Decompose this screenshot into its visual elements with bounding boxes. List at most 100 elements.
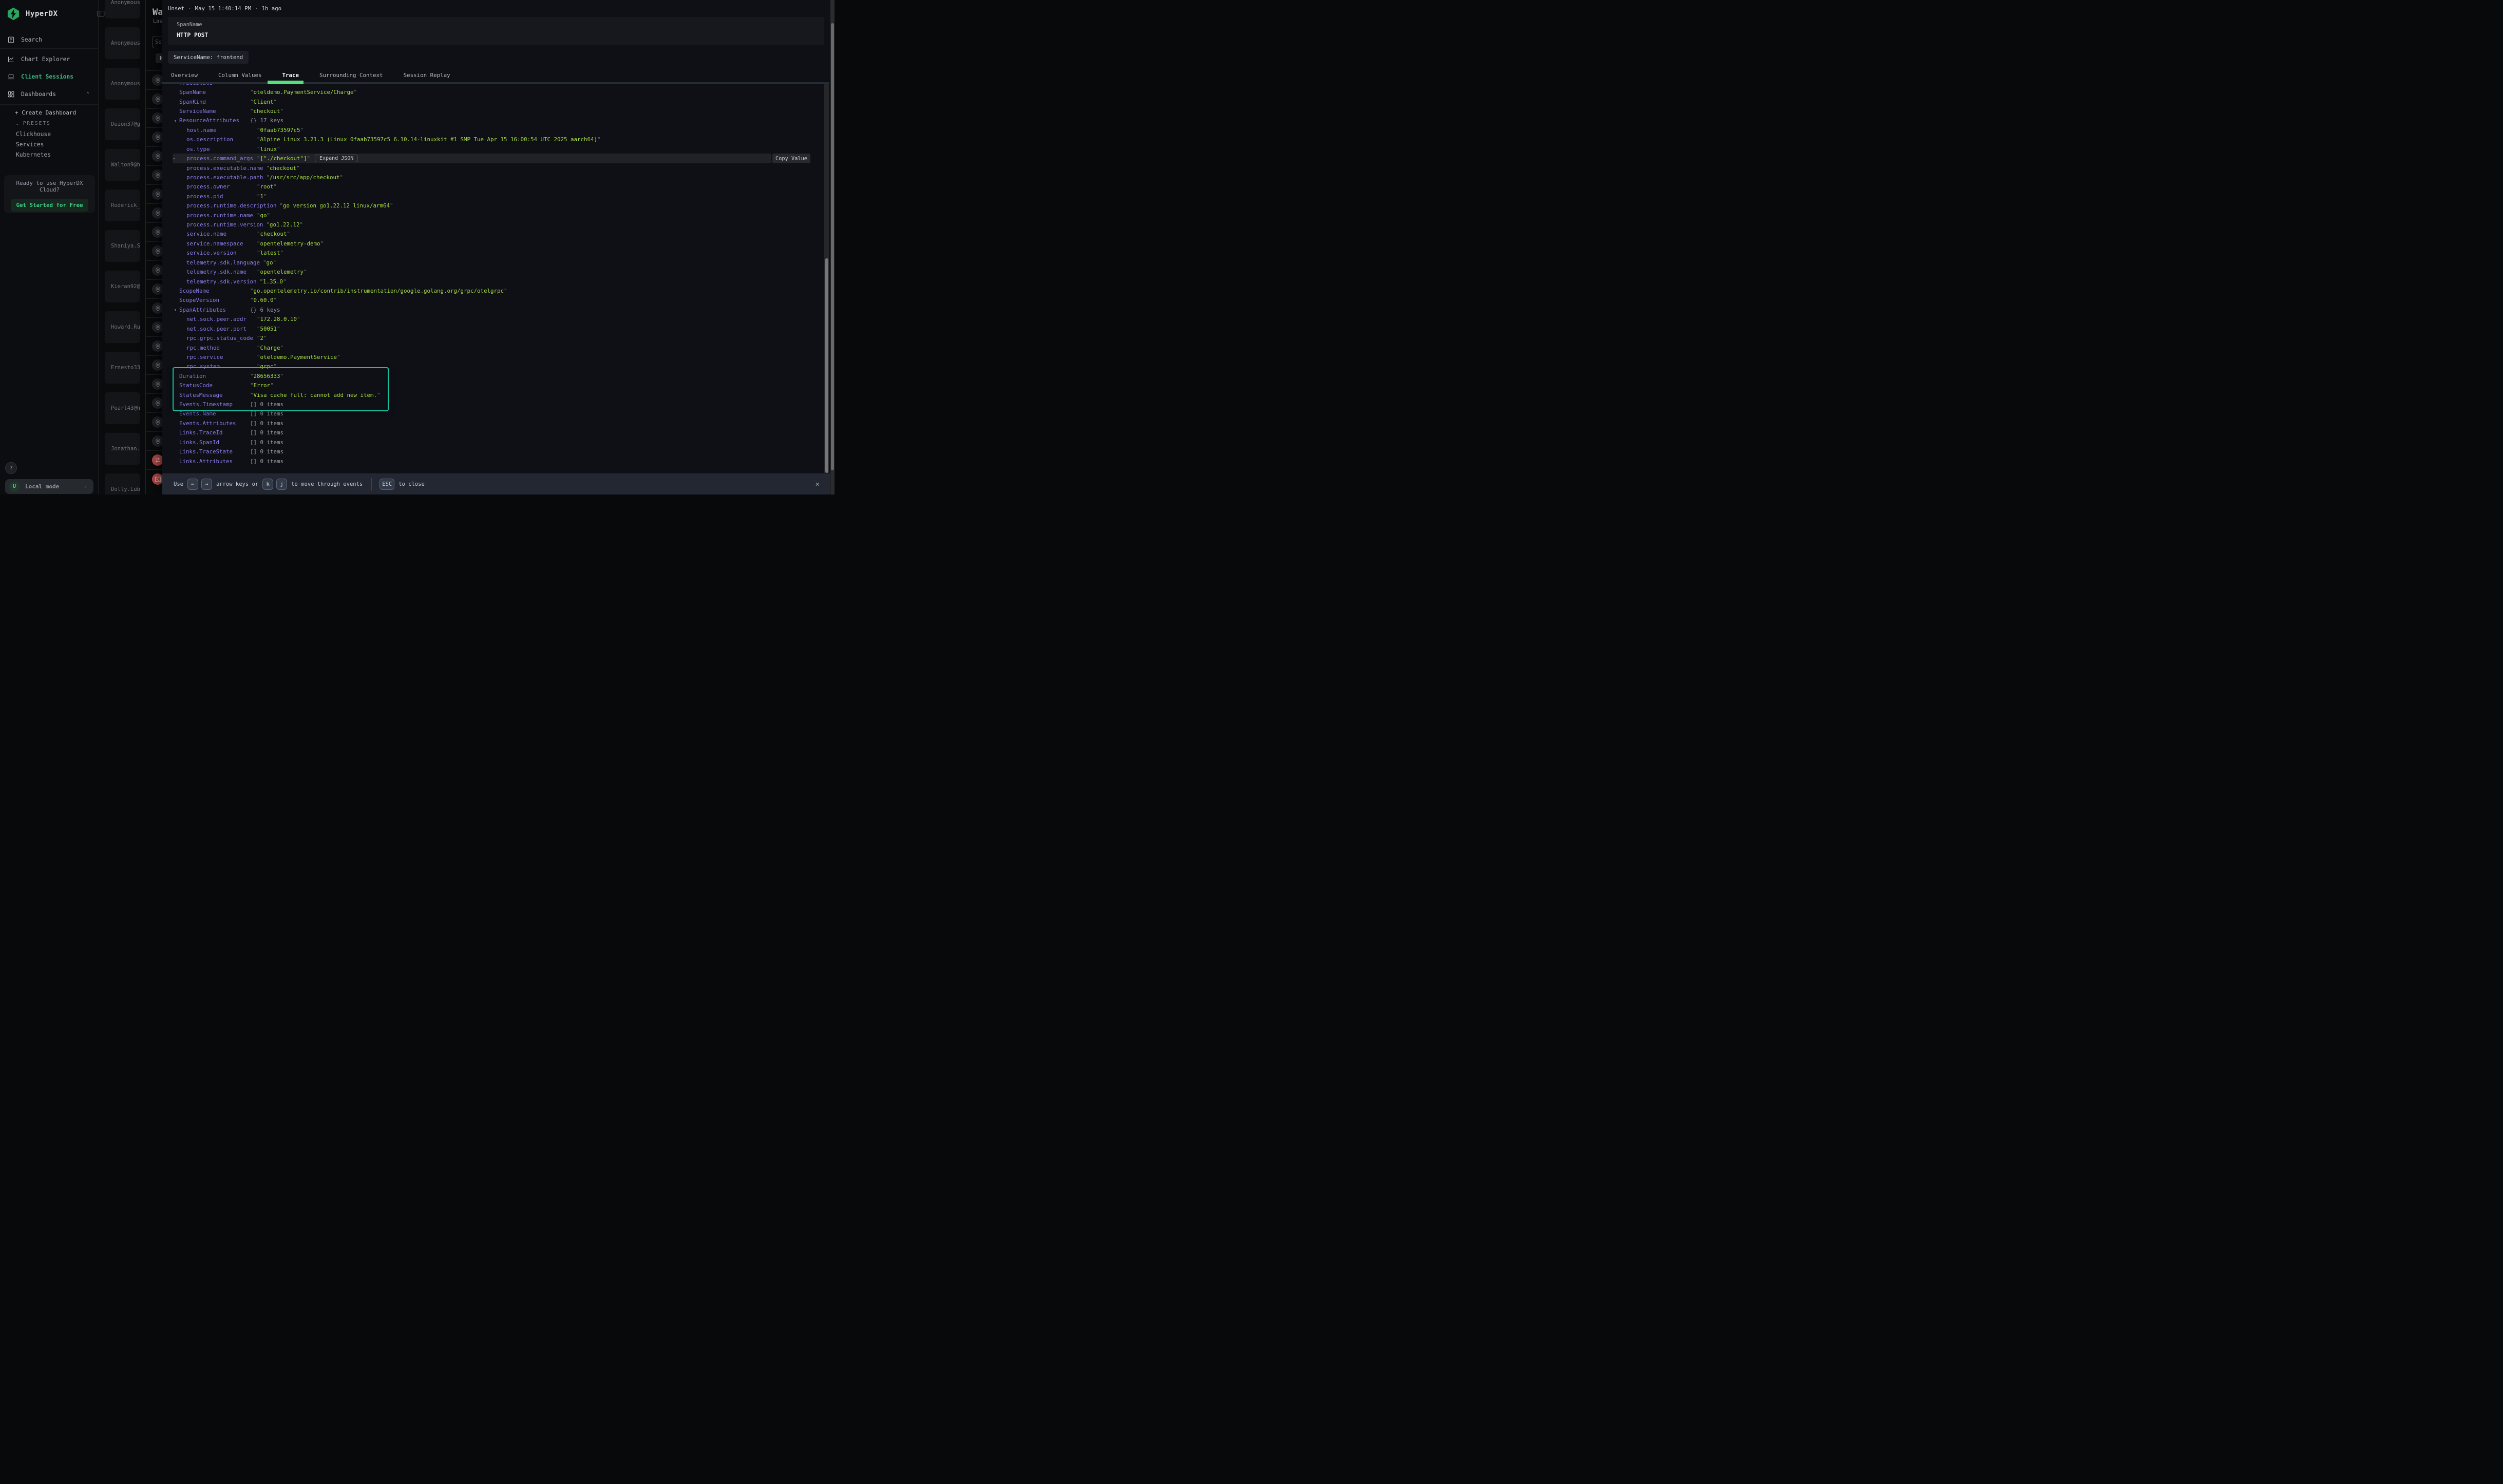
- tab-column-values[interactable]: Column Values: [218, 72, 262, 79]
- attribute-row[interactable]: process.executable.path"/usr/src/app/che…: [173, 173, 824, 182]
- attribute-row[interactable]: net.sock.peer.addr"172.28.0.10": [173, 315, 824, 324]
- attribute-row[interactable]: rpc.system"grpc": [173, 362, 824, 371]
- attribute-row[interactable]: rpc.service"oteldemo.PaymentService": [173, 352, 824, 362]
- attribute-row[interactable]: process.runtime.description"go version g…: [173, 201, 824, 210]
- attribute-row[interactable]: Events.Attributes[] 0 items: [173, 418, 824, 428]
- session-event-row[interactable]: [146, 374, 162, 393]
- session-card[interactable]: Howard.Run: [105, 311, 140, 343]
- session-card[interactable]: Jonathan.B: [105, 433, 140, 465]
- attribute-row[interactable]: StatusMessage"Visa cache full: cannot ad…: [173, 390, 824, 399]
- session-event-row[interactable]: [146, 336, 162, 355]
- sidebar-item-dashboards[interactable]: Dashboards ⌃: [0, 87, 99, 101]
- session-event-row[interactable]: [146, 89, 162, 108]
- session-error-event-row[interactable]: [146, 469, 162, 488]
- page-scrollbar[interactable]: [830, 0, 835, 494]
- session-event-row[interactable]: [146, 165, 162, 184]
- create-dashboard-button[interactable]: + Create Dashboard: [15, 109, 76, 116]
- attribute-row[interactable]: Links.TraceState[] 0 items: [173, 447, 824, 456]
- sidebar-item-services[interactable]: Services: [16, 141, 44, 148]
- attribute-row[interactable]: ScopeVersion"0.60.0": [173, 296, 824, 305]
- session-error-event-row[interactable]: [146, 450, 162, 469]
- attribute-row[interactable]: StatusCode"Error": [173, 381, 824, 390]
- attribute-row[interactable]: Duration"28656333": [173, 371, 824, 380]
- attribute-row[interactable]: ▾SpanAttributes{} 6 keys: [173, 305, 824, 314]
- attribute-row[interactable]: telemetry.sdk.name"opentelemetry": [173, 267, 824, 276]
- attribute-row[interactable]: telemetry.sdk.version"1.35.0": [173, 277, 824, 286]
- attribute-row[interactable]: rpc.method"Charge": [173, 343, 824, 352]
- session-events-search-input[interactable]: Sea: [152, 36, 162, 48]
- attribute-row[interactable]: ▸process.command_args"["./checkout"]"Exp…: [173, 154, 824, 163]
- session-event-row[interactable]: [146, 393, 162, 412]
- attribute-row[interactable]: process.pid"1": [173, 192, 824, 201]
- copy-value-button[interactable]: Copy Value: [772, 154, 810, 163]
- tab-trace[interactable]: Trace: [282, 72, 299, 79]
- tab-session-replay[interactable]: Session Replay: [404, 72, 450, 79]
- session-card[interactable]: Dolly.Lubo: [105, 473, 140, 494]
- session-event-row[interactable]: [146, 203, 162, 222]
- session-card[interactable]: Anonymous: [105, 27, 140, 59]
- session-event-row[interactable]: [146, 355, 162, 374]
- session-event-row[interactable]: [146, 412, 162, 431]
- modal-scrollbar-thumb[interactable]: [825, 258, 828, 473]
- session-card[interactable]: Deion37@gm: [105, 108, 140, 140]
- attribute-row[interactable]: os.description"Alpine Linux 3.21.3 (Linu…: [173, 135, 824, 144]
- sidebar-item-clickhouse[interactable]: Clickhouse: [16, 131, 51, 138]
- attribute-row[interactable]: SpanKind"Client": [173, 97, 824, 106]
- attribute-row[interactable]: host.name"0faab73597c5": [173, 125, 824, 135]
- presets-toggle[interactable]: ⌄PRESETS: [16, 121, 51, 126]
- sidebar-item-client-sessions[interactable]: Client Sessions: [0, 70, 99, 83]
- sidebar-item-chart-explorer[interactable]: Chart Explorer: [0, 52, 99, 66]
- attribute-row[interactable]: os.type"linux": [173, 144, 824, 154]
- service-name-chip[interactable]: ServiceName: frontend: [168, 51, 249, 64]
- modal-scrollbar[interactable]: [824, 84, 829, 473]
- session-card[interactable]: Shaniya.Sc: [105, 230, 140, 262]
- attribute-row[interactable]: process.owner"root": [173, 182, 824, 192]
- session-card[interactable]: Anonymous: [105, 68, 140, 100]
- session-event-row[interactable]: [146, 260, 162, 279]
- session-card[interactable]: Walton9@ho: [105, 149, 140, 181]
- page-scrollbar-thumb[interactable]: [831, 23, 834, 470]
- attribute-row[interactable]: process.executable.name"checkout": [173, 163, 824, 173]
- session-event-row[interactable]: [146, 146, 162, 165]
- sidebar-item-kubernetes[interactable]: Kubernetes: [16, 151, 51, 158]
- attribute-row[interactable]: Events.Timestamp[] 0 items: [173, 399, 824, 409]
- attribute-row[interactable]: ScopeName"go.opentelemetry.io/contrib/in…: [173, 286, 824, 295]
- attribute-row[interactable]: Events.Name[] 0 items: [173, 409, 824, 418]
- session-card[interactable]: Pearl43@ho: [105, 392, 140, 424]
- attribute-row[interactable]: telemetry.sdk.language"go": [173, 258, 824, 267]
- attribute-row[interactable]: process.runtime.version"go1.22.12": [173, 220, 824, 229]
- trace-attributes-scroll[interactable]: TraceStateSpanName"oteldemo.PaymentServi…: [162, 84, 824, 473]
- session-event-row[interactable]: [146, 222, 162, 241]
- collapse-sidebar-icon[interactable]: [97, 10, 105, 17]
- attribute-row[interactable]: Links.TraceId[] 0 items: [173, 428, 824, 437]
- session-event-row[interactable]: [146, 241, 162, 260]
- attribute-row[interactable]: ▾ResourceAttributes{} 17 keys: [173, 116, 824, 125]
- get-started-button[interactable]: Get Started for Free: [11, 199, 88, 212]
- attribute-row[interactable]: net.sock.peer.port"50051": [173, 324, 824, 333]
- session-event-row[interactable]: [146, 431, 162, 450]
- expand-json-button[interactable]: Expand JSON: [315, 155, 358, 162]
- session-card[interactable]: Roderick_S: [105, 189, 140, 221]
- session-event-row[interactable]: [146, 108, 162, 127]
- help-button[interactable]: ?: [5, 462, 17, 474]
- session-event-row[interactable]: [146, 317, 162, 336]
- attribute-row[interactable]: SpanName"oteldemo.PaymentService/Charge": [173, 87, 824, 97]
- local-mode-menu[interactable]: U Local mode ›: [5, 479, 93, 494]
- attribute-row[interactable]: process.runtime.name"go": [173, 211, 824, 220]
- attribute-row[interactable]: Links.SpanId[] 0 items: [173, 437, 824, 447]
- attribute-row[interactable]: rpc.grpc.status_code"2": [173, 333, 824, 343]
- attribute-row[interactable]: Links.Attributes[] 0 items: [173, 456, 824, 466]
- session-event-row[interactable]: [146, 70, 162, 89]
- sidebar-item-search[interactable]: Search: [0, 33, 99, 46]
- session-card[interactable]: Anonymous: [105, 0, 140, 18]
- attribute-row[interactable]: service.name"checkout": [173, 230, 824, 239]
- attribute-row[interactable]: ServiceName"checkout": [173, 106, 824, 116]
- close-icon[interactable]: ✕: [816, 480, 820, 488]
- session-event-row[interactable]: [146, 184, 162, 203]
- session-event-row[interactable]: [146, 127, 162, 146]
- attribute-row[interactable]: service.namespace"opentelemetry-demo": [173, 239, 824, 248]
- session-event-row[interactable]: [146, 279, 162, 298]
- attribute-row[interactable]: service.version"latest": [173, 249, 824, 258]
- session-card[interactable]: Ernesto33@: [105, 352, 140, 384]
- tab-overview[interactable]: Overview: [171, 72, 198, 79]
